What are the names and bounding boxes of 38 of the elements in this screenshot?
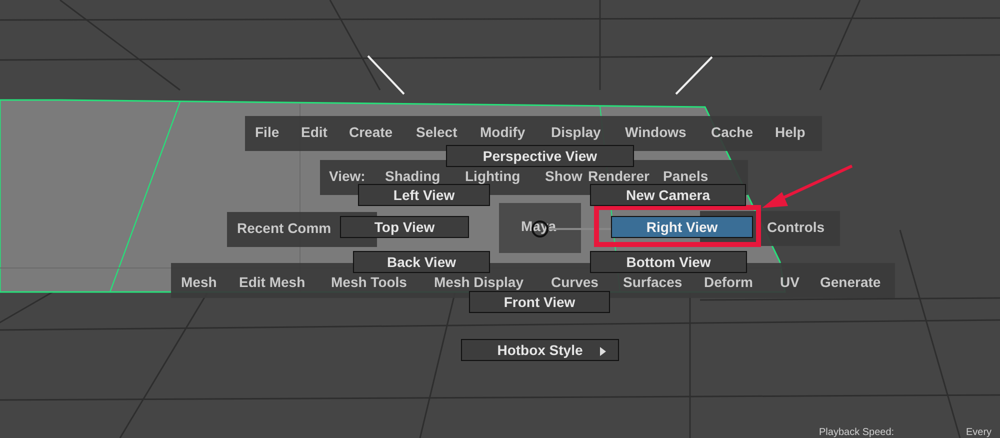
playback-speed-value[interactable]: Every	[966, 428, 992, 438]
menu-item[interactable]: Windows	[625, 125, 686, 139]
manipulator-line-icon	[674, 55, 714, 96]
menu-item[interactable]: Help	[775, 125, 806, 139]
marking-menu[interactable]: New Camera	[590, 184, 746, 206]
manipulator-line-icon	[366, 54, 406, 96]
menu-item[interactable]: View:	[329, 169, 366, 183]
menu-item[interactable]: UV	[780, 275, 800, 289]
marking-menu[interactable]: Hotbox Style	[461, 339, 619, 361]
menu-item[interactable]: Shading	[385, 169, 440, 183]
menu-item[interactable]: Generate	[820, 275, 881, 289]
menu-item[interactable]: Select	[416, 125, 458, 139]
menu-item[interactable]: Curves	[551, 275, 598, 289]
menu-item[interactable]: Mesh	[181, 275, 217, 289]
menu-item[interactable]: File	[255, 125, 280, 139]
marking-menu[interactable]: Top View	[340, 216, 469, 238]
menu-item[interactable]: Edit Mesh	[239, 275, 306, 289]
marking-menu[interactable]: Perspective View	[446, 145, 634, 167]
menu-item[interactable]: Cache	[711, 125, 754, 139]
menu-item[interactable]: Surfaces	[623, 275, 682, 289]
playback-speed-label: Playback Speed:	[819, 428, 894, 438]
menu-item[interactable]: Mesh Tools	[331, 275, 407, 289]
menu-item[interactable]: Show	[545, 169, 582, 183]
menu-item[interactable]: Mesh Display	[434, 275, 524, 289]
menu-item[interactable]: Lighting	[465, 169, 520, 183]
marking-menu[interactable]: Right View	[611, 216, 753, 238]
menu-item[interactable]: Display	[551, 125, 601, 139]
menu-item[interactable]: Panels	[663, 169, 708, 183]
menu-item[interactable]: Deform	[704, 275, 754, 289]
menu-item[interactable]: Renderer	[588, 169, 650, 183]
marking-menu[interactable]: Front View	[469, 291, 610, 313]
submenu-arrow-icon	[600, 347, 606, 356]
marking-menu[interactable]: Left View	[358, 184, 490, 206]
menu-item[interactable]: Create	[349, 125, 393, 139]
marking-menu[interactable]: Bottom View	[590, 251, 747, 273]
menu-item[interactable]: Modify	[480, 125, 526, 139]
menu-item[interactable]: Edit	[301, 125, 328, 139]
marking-menu[interactable]: Back View	[353, 251, 490, 273]
